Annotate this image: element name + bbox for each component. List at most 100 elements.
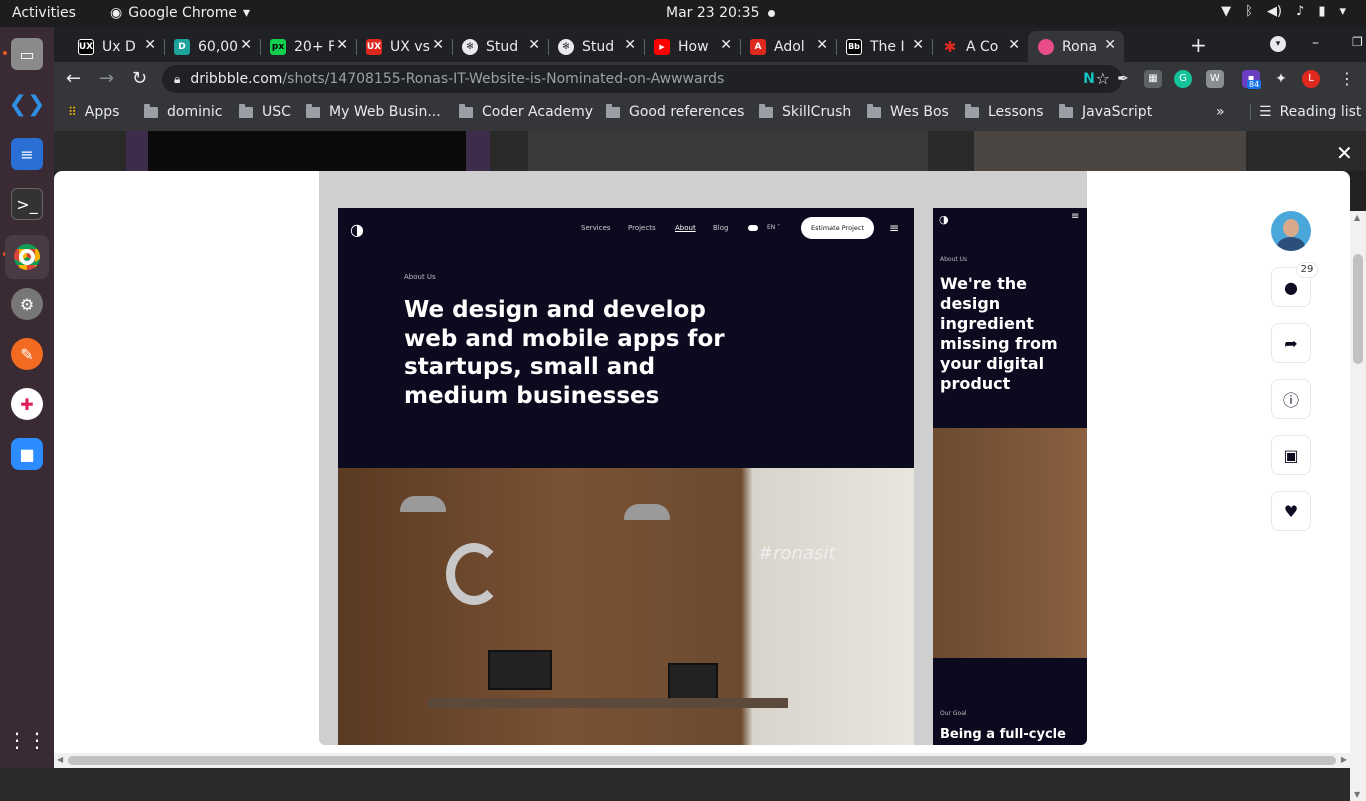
bookmark-folder-good-references[interactable]: Good references [606,103,744,120]
vscode-icon[interactable]: ❮❯ [9,88,46,120]
reload-icon[interactable]: ↻ [132,68,147,89]
scroll-up-arrow-icon[interactable]: ▲ [1354,213,1360,222]
tab-11-active[interactable]: Rona ✕ [1028,31,1124,62]
address-bar[interactable]: 🔒︎ dribbble.com/shots/14708155-Ronas-IT-… [162,65,1122,93]
close-tab-icon[interactable]: ✕ [240,37,252,53]
tab-8[interactable]: A Adol ✕ [740,31,836,62]
grammarly-icon[interactable]: G [1174,70,1192,88]
tab-search-chevron-icon[interactable]: ▾ [1270,36,1286,52]
tab-favicon: px [270,38,286,55]
chrome-menu-icon[interactable]: ⋮ [1338,70,1356,88]
tab-title: UX vs [390,38,430,55]
info-icon: ⓘ [1282,391,1299,410]
profile-avatar[interactable]: L [1302,70,1320,88]
reading-list-button[interactable]: ☰ Reading list [1250,104,1361,120]
bookmark-label: JavaScript [1082,104,1153,120]
app-menu[interactable]: ◉ Google Chrome ▾ [110,5,250,21]
wall-brand-sign: #ronasit [758,543,836,564]
close-tab-icon[interactable]: ✕ [432,37,444,53]
bookmark-label: My Web Busin... [329,104,441,120]
bookmark-apps[interactable]: ⠿ Apps [68,104,119,120]
scrollbar-thumb[interactable] [1353,254,1363,364]
share-button[interactable]: ➦ [1271,323,1311,363]
tab-10[interactable]: ✱ A Co ✕ [932,31,1028,62]
close-overlay-icon[interactable]: ✕ [1336,141,1353,165]
tab-1[interactable]: UX Ux D ✕ [68,31,164,62]
maximize-window-icon[interactable]: ❐ [1352,35,1363,49]
notification-dot [768,10,775,17]
ronas-logo-icon: ◑ [939,213,949,226]
bookmark-folder-skillcrush[interactable]: SkillCrush [759,103,851,120]
bookmark-folder-coder-academy[interactable]: Coder Academy [459,103,593,120]
horizontal-scrollbar[interactable]: ◀ ▶ [54,753,1350,768]
tab-9[interactable]: Bb The I ✕ [836,31,932,62]
minimize-window-icon[interactable]: – [1312,35,1319,51]
chrome-dock-icon[interactable] [5,235,49,279]
microphone-icon: ♪ [1296,4,1305,19]
bookmarks-overflow-button[interactable]: » [1216,104,1225,120]
clock[interactable]: Mar 23 20:35 [666,5,759,21]
writer-icon[interactable]: ≡ [11,138,43,170]
shot-image[interactable]: ◑ Services Projects About Blog EN ˅ Esti… [319,171,1087,745]
postman-icon[interactable]: ✎ [11,338,43,370]
show-apps-grid-icon[interactable]: ⋮⋮ [7,724,47,756]
scroll-left-arrow-icon[interactable]: ◀ [57,755,63,764]
close-tab-icon[interactable]: ✕ [624,37,636,53]
scrollbar-thumb[interactable] [68,756,1336,765]
bookmark-folder-lessons[interactable]: Lessons [965,103,1044,120]
vertical-scrollbar[interactable]: ▲ ▼ [1350,211,1366,801]
scroll-down-arrow-icon[interactable]: ▼ [1354,790,1360,799]
terminal-icon[interactable]: >_ [11,188,43,220]
folder-icon [1059,103,1073,118]
designer-avatar[interactable] [1271,211,1311,251]
extension-grid-icon[interactable]: ▦ [1144,70,1162,88]
extensions-puzzle-icon[interactable]: ✦ [1272,70,1290,88]
close-tab-icon[interactable]: ✕ [720,37,732,53]
folder-icon [306,103,320,118]
activities-button[interactable]: Activities [12,5,76,21]
add-to-collection-button[interactable]: ▣ [1271,435,1311,475]
tab-5[interactable]: ✻ Stud ✕ [452,31,548,62]
close-tab-icon[interactable]: ✕ [816,37,828,53]
close-tab-icon[interactable]: ✕ [1008,37,1020,53]
office-photo: #ronasit [338,468,914,745]
close-tab-icon[interactable]: ✕ [144,37,156,53]
bookmark-folder-javascript[interactable]: JavaScript [1059,103,1153,120]
scroll-right-arrow-icon[interactable]: ▶ [1341,755,1347,764]
bookmark-folder-dominic[interactable]: dominic [144,103,222,120]
tab-4[interactable]: UX UX vs ✕ [356,31,452,62]
close-tab-icon[interactable]: ✕ [336,37,348,53]
zoom-icon[interactable]: ■ [11,438,43,470]
app-menu-label: Google Chrome [128,5,237,21]
bookmark-folder-usc[interactable]: USC [239,103,291,120]
tab-6[interactable]: ✻ Stud ✕ [548,31,644,62]
close-tab-icon[interactable]: ✕ [1104,37,1116,53]
back-arrow-icon[interactable]: ← [66,68,81,89]
forward-arrow-icon[interactable]: → [99,68,114,89]
bookmark-folder-wes-bos[interactable]: Wes Bos [867,103,949,120]
bookmarks-bar: ⠿ Apps dominic USC My Web Busin... Coder … [54,96,1366,131]
tab-7[interactable]: ▶ How ✕ [644,31,740,62]
mobile-mockup: ◑ ≡ About Us We're the design ingredient… [933,208,1087,745]
extension-badge-count: 84 [1247,80,1262,89]
eyedropper-extension-icon[interactable]: ✒ [1114,70,1132,88]
folder-icon [144,103,158,118]
tab-2[interactable]: D 60,00 ✕ [164,31,260,62]
details-button[interactable]: ⓘ [1271,379,1311,419]
settings-gear-icon[interactable]: ⚙ [11,288,43,320]
system-tray[interactable]: ▼ ᛒ ◀) ♪ ▮ ▾ [1221,4,1346,19]
extension-n-icon[interactable]: N [1080,70,1098,88]
page-viewport: ✕ ◑ Services Projects About Blog EN ˅ Es… [54,131,1366,801]
tab-title: 60,00 [198,38,238,55]
close-tab-icon[interactable]: ✕ [528,37,540,53]
tab-favicon: ▶ [654,38,670,55]
tab-3[interactable]: px 20+ F ✕ [260,31,356,62]
files-icon[interactable]: ▭ [11,38,43,70]
slack-icon[interactable]: ✚ [11,388,43,420]
like-button[interactable]: ♥ [1271,491,1311,531]
folder-icon [965,103,979,118]
close-tab-icon[interactable]: ✕ [912,37,924,53]
bookmark-folder-web-business[interactable]: My Web Busin... [306,103,441,120]
extension-w-icon[interactable]: W [1206,70,1224,88]
new-tab-plus-icon[interactable]: + [1190,33,1207,57]
